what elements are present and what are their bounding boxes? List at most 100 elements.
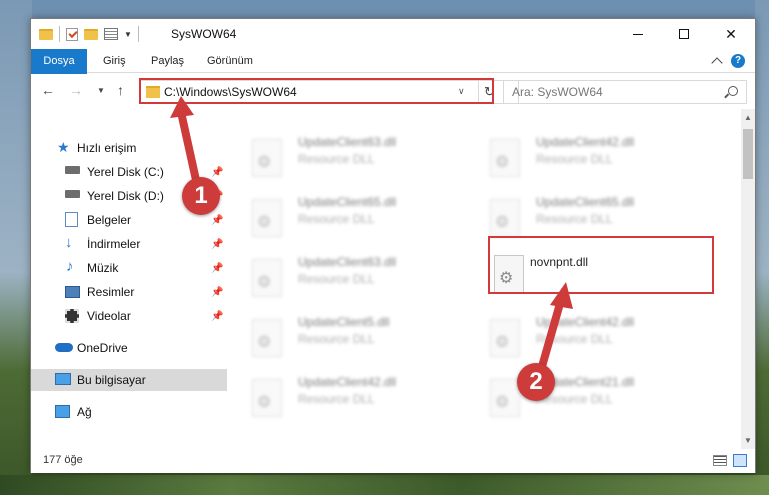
tab-home[interactable]: Giriş bbox=[93, 49, 136, 73]
file-item[interactable]: UpdateClient42.dll Resource DLL bbox=[466, 311, 686, 361]
file-item[interactable]: UpdateClient21.dll Resource DLL bbox=[466, 371, 686, 421]
file-item[interactable]: UpdateClient42.dll Resource DLL bbox=[228, 371, 448, 421]
pin-icon[interactable]: 📌 bbox=[211, 239, 223, 250]
file-type: Resource DLL bbox=[298, 332, 375, 346]
pin-icon[interactable]: 📌 bbox=[211, 287, 223, 298]
file-item[interactable]: UpdateClient5.dll Resource DLL bbox=[228, 311, 448, 361]
file-type: Resource DLL bbox=[536, 212, 613, 226]
item-count: 177 öğe bbox=[43, 454, 83, 466]
dll-file-icon bbox=[490, 139, 520, 177]
maximize-icon bbox=[679, 29, 689, 39]
properties-check-icon[interactable] bbox=[66, 27, 78, 41]
file-type: Resource DLL bbox=[298, 392, 375, 406]
nav-item-label: Hızlı erişim bbox=[77, 141, 137, 155]
nav-item-label: Resimler bbox=[87, 285, 135, 299]
recent-locations-dropdown-icon[interactable]: ▼ bbox=[97, 86, 105, 95]
callout-step-1: 1 bbox=[182, 177, 220, 215]
nav-item-label: Ağ bbox=[77, 405, 92, 419]
file-name: UpdateClient63.dll bbox=[298, 255, 397, 269]
vertical-scrollbar[interactable]: ▲ ▼ bbox=[741, 109, 755, 449]
pin-icon[interactable]: 📌 bbox=[211, 263, 223, 274]
list-icon[interactable] bbox=[104, 28, 118, 40]
file-item[interactable]: UpdateClient65.dll Resource DLL bbox=[228, 191, 448, 241]
file-type: Resource DLL bbox=[536, 152, 613, 166]
nav-item-label: Belgeler bbox=[87, 213, 132, 227]
file-item[interactable]: UpdateClient63.dll Resource DLL bbox=[228, 131, 448, 181]
close-button[interactable]: ✕ bbox=[708, 19, 754, 49]
help-icon[interactable]: ? bbox=[731, 54, 745, 68]
nav-item-label: OneDrive bbox=[77, 341, 128, 355]
back-arrow-icon[interactable]: ← bbox=[41, 82, 55, 98]
toolbar-separator bbox=[137, 26, 139, 42]
computer-icon bbox=[55, 373, 71, 385]
file-name: UpdateClient42.dll bbox=[536, 135, 635, 149]
maximize-button[interactable] bbox=[661, 19, 707, 49]
chevron-up-icon[interactable] bbox=[711, 57, 723, 69]
cloud-icon bbox=[55, 343, 73, 352]
tab-view[interactable]: Görünüm bbox=[197, 49, 263, 73]
nav-item-pictures[interactable]: Resimler 📌 bbox=[31, 281, 227, 303]
details-view-icon[interactable] bbox=[713, 455, 727, 466]
file-item[interactable]: UpdateClient42.dll Resource DLL bbox=[466, 131, 686, 181]
file-type: Resource DLL bbox=[536, 332, 613, 346]
ribbon: Dosya Giriş Paylaş Görünüm ? bbox=[31, 49, 755, 99]
scroll-down-icon[interactable]: ▼ bbox=[744, 436, 752, 445]
pictures-icon bbox=[65, 286, 80, 298]
large-icons-view-icon[interactable] bbox=[733, 454, 747, 467]
nav-item-downloads[interactable]: ↓ İndirmeler 📌 bbox=[31, 233, 227, 255]
quick-access-toolbar: ▼ bbox=[39, 26, 139, 42]
minimize-button[interactable] bbox=[615, 19, 661, 49]
new-folder-icon[interactable] bbox=[84, 28, 98, 40]
dll-file-icon bbox=[490, 379, 520, 417]
nav-item-quick-access[interactable]: ★ Hızlı erişim bbox=[31, 137, 227, 159]
desktop-background-bottom bbox=[0, 475, 769, 495]
file-type: Resource DLL bbox=[298, 212, 375, 226]
nav-item-network[interactable]: Ağ bbox=[31, 401, 227, 423]
pin-icon[interactable]: 📌 bbox=[211, 215, 223, 226]
folder-icon bbox=[39, 28, 53, 40]
network-icon bbox=[55, 405, 70, 418]
file-name: UpdateClient42.dll bbox=[298, 375, 397, 389]
nav-item-videos[interactable]: Videolar 📌 bbox=[31, 305, 227, 327]
file-name: UpdateClient65.dll bbox=[298, 195, 397, 209]
search-icon[interactable] bbox=[728, 86, 738, 96]
file-name: UpdateClient63.dll bbox=[298, 135, 397, 149]
pin-icon[interactable]: 📌 bbox=[211, 311, 223, 322]
nav-item-label: Müzik bbox=[87, 261, 119, 275]
dll-file-icon bbox=[252, 319, 282, 357]
dll-file-icon bbox=[490, 199, 520, 237]
dll-file-icon bbox=[252, 199, 282, 237]
file-item[interactable]: UpdateClient65.dll Resource DLL bbox=[466, 191, 686, 241]
music-icon: ♪ bbox=[66, 258, 74, 275]
dll-file-icon bbox=[252, 379, 282, 417]
desktop-background-left bbox=[0, 0, 32, 495]
tab-share[interactable]: Paylaş bbox=[141, 49, 194, 73]
pin-icon[interactable]: 📌 bbox=[211, 167, 223, 178]
nav-item-label: Yerel Disk (C:) bbox=[87, 165, 164, 179]
scroll-thumb[interactable] bbox=[743, 129, 753, 179]
scroll-up-icon[interactable]: ▲ bbox=[744, 113, 752, 122]
address-row: ← → ▼ ↑ C:\Windows\SysWOW64 ∨ ↻ Ara: Sys… bbox=[31, 74, 755, 108]
forward-arrow-icon[interactable]: → bbox=[69, 82, 83, 98]
status-bar: 177 öğe bbox=[31, 449, 755, 473]
download-icon: ↓ bbox=[65, 234, 73, 251]
file-highlight-box bbox=[488, 236, 714, 294]
star-icon: ★ bbox=[57, 139, 70, 155]
nav-item-label: Yerel Disk (D:) bbox=[87, 189, 164, 203]
search-input[interactable]: Ara: SysWOW64 bbox=[503, 80, 747, 104]
dll-file-icon bbox=[490, 319, 520, 357]
file-item[interactable]: UpdateClient63.dll Resource DLL bbox=[228, 251, 448, 301]
nav-item-onedrive[interactable]: OneDrive bbox=[31, 337, 227, 359]
file-name: UpdateClient5.dll bbox=[298, 315, 390, 329]
nav-item-music[interactable]: ♪ Müzik 📌 bbox=[31, 257, 227, 279]
dll-file-icon bbox=[252, 259, 282, 297]
customize-dropdown-icon[interactable]: ▼ bbox=[124, 30, 132, 39]
nav-item-label: İndirmeler bbox=[87, 237, 141, 251]
up-arrow-icon[interactable]: ↑ bbox=[117, 82, 124, 98]
drive-icon bbox=[65, 190, 80, 198]
dll-file-icon bbox=[252, 139, 282, 177]
close-icon: ✕ bbox=[725, 25, 737, 42]
drive-icon bbox=[65, 166, 80, 174]
nav-item-this-pc[interactable]: Bu bilgisayar bbox=[31, 369, 227, 391]
search-placeholder: Ara: SysWOW64 bbox=[512, 85, 603, 99]
